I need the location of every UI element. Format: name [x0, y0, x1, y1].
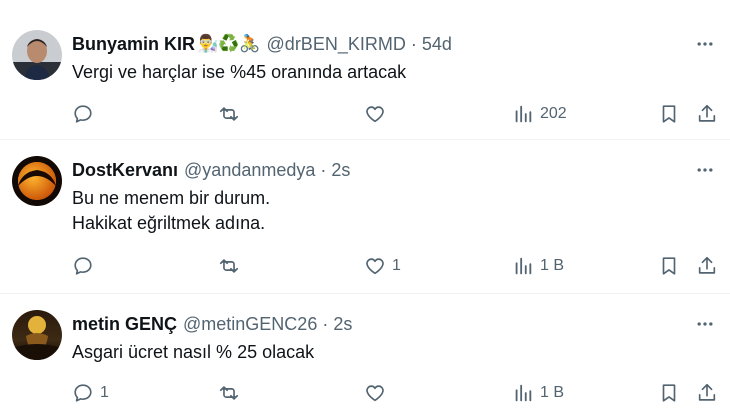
- share-icon: [698, 104, 716, 122]
- tweet-time[interactable]: 54d: [422, 34, 452, 55]
- more-icon: [697, 322, 713, 326]
- avatar-tweet-2[interactable]: [12, 156, 62, 206]
- like-button[interactable]: [364, 380, 392, 406]
- share-icon: [698, 383, 716, 401]
- bookmark-button[interactable]: [658, 101, 680, 127]
- more-options-button[interactable]: [694, 33, 716, 55]
- share-icon: [698, 256, 716, 274]
- views-count: 1 B: [540, 384, 565, 401]
- author-name[interactable]: DostKervanı: [72, 160, 178, 181]
- retweet-button[interactable]: [218, 101, 246, 127]
- reply-icon: [74, 257, 92, 275]
- bookmark-button[interactable]: [658, 380, 680, 406]
- share-button[interactable]: [696, 253, 718, 279]
- tweet-2-header: DostKervanı @yandanmedya · 2s: [72, 158, 350, 182]
- author-name[interactable]: metin GENÇ: [72, 314, 177, 335]
- like-button[interactable]: 1: [364, 253, 401, 279]
- reply-button[interactable]: [72, 253, 100, 279]
- tweet-actions: 202: [0, 101, 730, 127]
- separator-dot: ·: [322, 313, 329, 334]
- author-handle[interactable]: @yandanmedya: [184, 160, 315, 181]
- tweet-text: Asgari ücret nasıl % 25 olacak: [72, 340, 314, 365]
- retweet-icon: [219, 259, 239, 273]
- bookmark-icon: [662, 257, 676, 275]
- bookmark-icon: [662, 105, 676, 123]
- reply-icon: [74, 105, 92, 123]
- tweet-time[interactable]: 2s: [331, 160, 350, 181]
- tweet-text: Bu ne menem bir durum. Hakikat eğriltmek…: [72, 186, 270, 236]
- tweet-text-line: Hakikat eğriltmek adına.: [72, 213, 266, 233]
- more-icon: [697, 42, 713, 46]
- reply-icon: [74, 384, 92, 402]
- more-options-button[interactable]: [694, 313, 716, 335]
- retweet-button[interactable]: [218, 253, 246, 279]
- bookmark-icon: [662, 384, 676, 402]
- separator-dot: ·: [410, 33, 417, 54]
- heart-icon: [366, 258, 384, 275]
- views-count: 1 B: [540, 257, 565, 274]
- tweet-text-line: Bu ne menem bir durum.: [72, 188, 271, 208]
- retweet-icon: [219, 386, 239, 400]
- avatar-tweet-1[interactable]: [12, 30, 62, 80]
- share-button[interactable]: [696, 380, 718, 406]
- tweet-actions: 1 1 B: [0, 253, 730, 279]
- like-button[interactable]: [364, 101, 392, 127]
- tweet-feed: Bunyamin KIR 👨‍🔬♻️🚴 @drBEN_KIRMD · 54d V…: [0, 0, 730, 420]
- tweet-3-header: metin GENÇ @metinGENC26 · 2s: [72, 312, 352, 336]
- author-handle[interactable]: @metinGENC26: [183, 314, 317, 335]
- heart-icon: [366, 106, 384, 123]
- avatar-tweet-3[interactable]: [12, 310, 62, 360]
- views-icon: [515, 105, 532, 123]
- tweet-text-line: Asgari ücret nasıl % 25 olacak: [72, 342, 315, 362]
- retweet-button[interactable]: [218, 380, 246, 406]
- reply-count: 1: [100, 384, 109, 401]
- tweet-1-header: Bunyamin KIR 👨‍🔬♻️🚴 @drBEN_KIRMD · 54d: [72, 32, 452, 56]
- author-name-emojis: 👨‍🔬♻️🚴: [197, 34, 261, 53]
- reply-button[interactable]: [72, 101, 100, 127]
- views-icon: [515, 384, 532, 402]
- more-icon: [697, 168, 713, 172]
- like-count: 1: [392, 257, 401, 274]
- views-count: 202: [540, 105, 567, 122]
- bookmark-button[interactable]: [658, 253, 680, 279]
- retweet-icon: [219, 107, 239, 121]
- views-button[interactable]: 1 B: [512, 380, 564, 406]
- views-button[interactable]: 202: [512, 101, 567, 127]
- views-icon: [515, 257, 532, 275]
- share-button[interactable]: [696, 101, 718, 127]
- tweet-time[interactable]: 2s: [333, 314, 352, 335]
- heart-icon: [366, 385, 384, 402]
- reply-button[interactable]: 1: [72, 380, 109, 406]
- author-name[interactable]: Bunyamin KIR: [72, 34, 195, 55]
- separator-dot: ·: [320, 159, 327, 180]
- tweet-actions: 1 1 B: [0, 380, 730, 406]
- author-handle[interactable]: @drBEN_KIRMD: [267, 34, 406, 55]
- views-button[interactable]: 1 B: [512, 253, 564, 279]
- tweet-text-line: Vergi ve harçlar ise %45 oranında artaca…: [72, 62, 407, 82]
- tweet-text: Vergi ve harçlar ise %45 oranında artaca…: [72, 60, 406, 85]
- more-options-button[interactable]: [694, 159, 716, 181]
